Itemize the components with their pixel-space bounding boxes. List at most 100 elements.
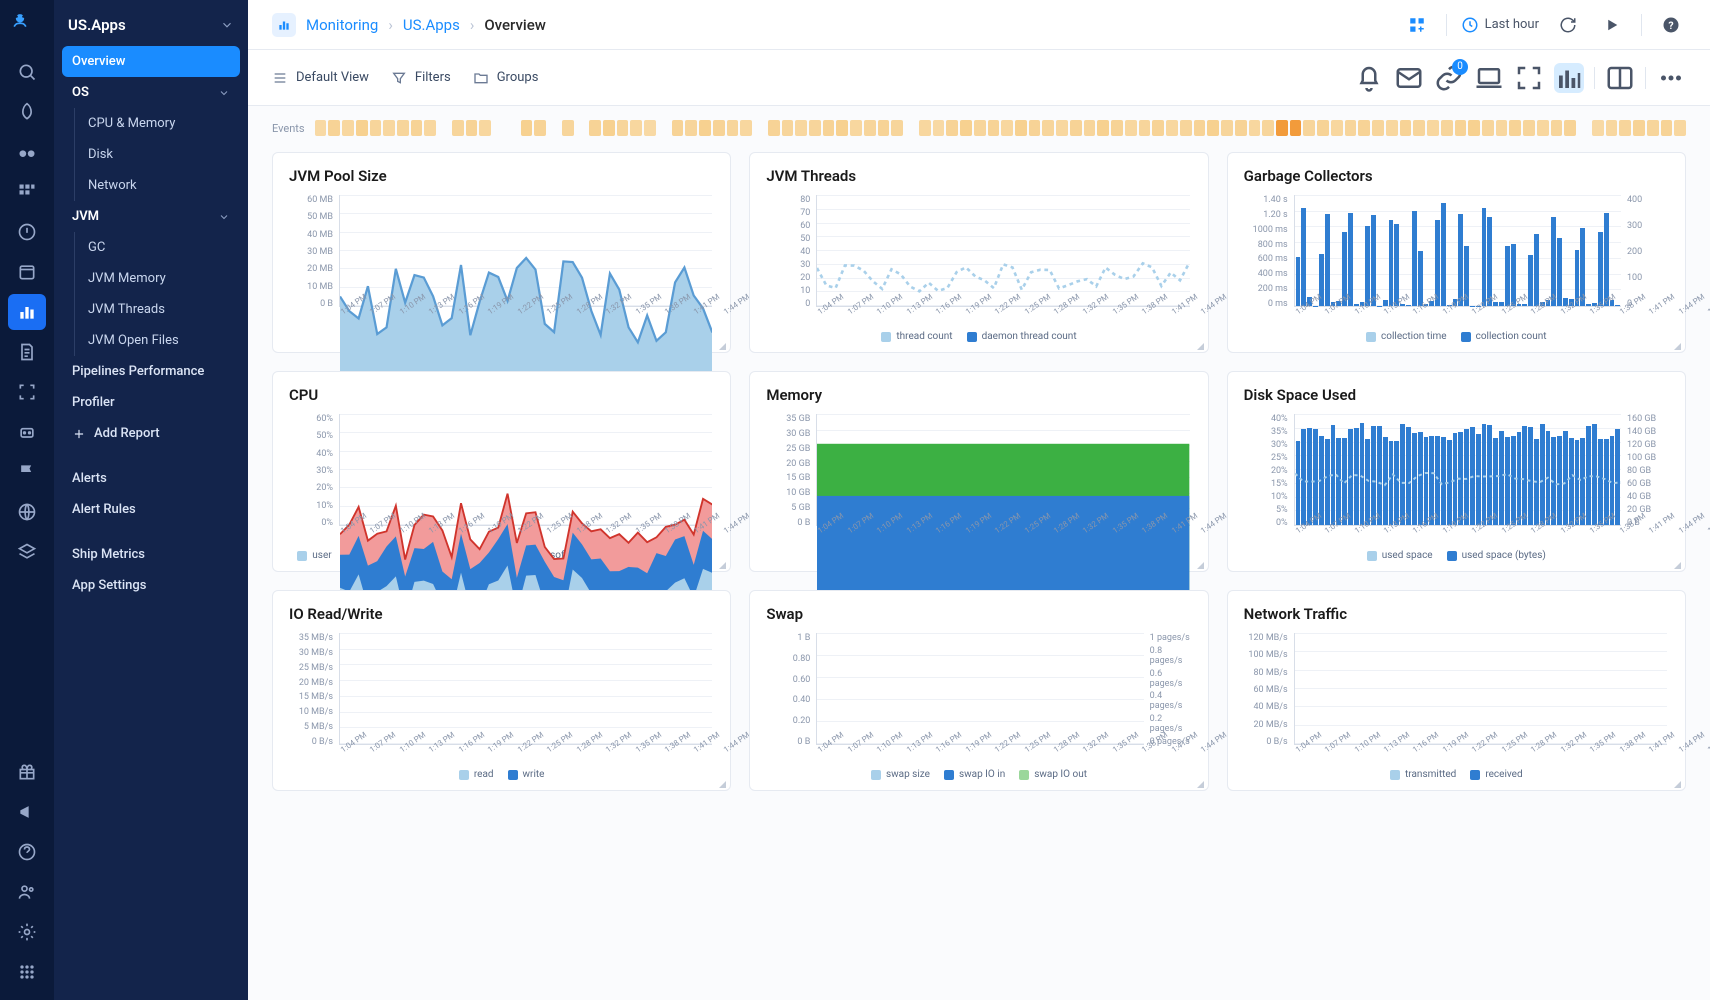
sidebar-item-pipelines[interactable]: Pipelines Performance xyxy=(62,356,240,387)
rocket-icon[interactable] xyxy=(8,94,46,130)
resize-handle[interactable] xyxy=(1674,781,1681,788)
sidebar-item-app-settings[interactable]: App Settings xyxy=(62,570,240,601)
globe-icon[interactable] xyxy=(8,494,46,530)
topbar: Monitoring › US.Apps › Overview Last hou… xyxy=(248,0,1710,50)
sidebar-item-add-report[interactable]: Add Report xyxy=(62,418,240,449)
panel-net[interactable]: Network Traffic120 MB/s100 MB/s80 MB/s60… xyxy=(1227,590,1686,791)
sidebar-item-cpu-memory[interactable]: CPU & Memory xyxy=(78,108,240,139)
play-icon[interactable] xyxy=(1597,10,1627,40)
sidebar-item-alerts[interactable]: Alerts xyxy=(62,463,240,494)
plus-icon xyxy=(72,427,86,441)
robot-icon[interactable] xyxy=(8,414,46,450)
panel-title: Network Traffic xyxy=(1244,605,1669,623)
bell-icon[interactable] xyxy=(1354,63,1384,93)
panel-title: IO Read/Write xyxy=(289,605,714,623)
sidebar-item-overview[interactable]: Overview xyxy=(62,46,240,77)
layers-icon[interactable] xyxy=(8,534,46,570)
panel-title: JVM Threads xyxy=(766,167,1191,185)
gift-icon[interactable] xyxy=(8,754,46,790)
main-content: Monitoring › US.Apps › Overview Last hou… xyxy=(248,0,1710,1000)
sidebar: US.Apps Overview OS CPU & Memory Disk Ne… xyxy=(54,0,248,1000)
panel-title: JVM Pool Size xyxy=(289,167,714,185)
sidebar-item-disk[interactable]: Disk xyxy=(78,139,240,170)
help-icon[interactable] xyxy=(8,834,46,870)
panel-title: Memory xyxy=(766,386,1191,404)
sidebar-nav: Overview OS CPU & Memory Disk Network JV… xyxy=(54,46,248,601)
resize-handle[interactable] xyxy=(1674,343,1681,350)
sidebar-group-jvm[interactable]: JVM xyxy=(62,201,240,232)
resize-handle[interactable] xyxy=(1197,343,1204,350)
panel-title: CPU xyxy=(289,386,714,404)
panel-gc[interactable]: Garbage Collectors1.40 s1.20 s1000 ms800… xyxy=(1227,152,1686,353)
chart-bar-icon[interactable] xyxy=(8,294,46,330)
resize-handle[interactable] xyxy=(719,781,726,788)
laptop-icon[interactable] xyxy=(1474,63,1504,93)
chevron-down-icon xyxy=(218,87,230,99)
refresh-icon[interactable] xyxy=(1553,10,1583,40)
panel-memory[interactable]: Memory35 GB30 GB25 GB20 GB15 GB10 GB5 GB… xyxy=(749,371,1208,572)
resize-handle[interactable] xyxy=(719,343,726,350)
gear-icon[interactable] xyxy=(8,914,46,950)
panel-cpu[interactable]: CPU60%50%40%30%20%10%0% 1:04 PM1:07 PM1:… xyxy=(272,371,731,572)
sidebar-item-ship-metrics[interactable]: Ship Metrics xyxy=(62,539,240,570)
clock-icon xyxy=(1461,16,1479,34)
document-icon[interactable] xyxy=(8,334,46,370)
sidebar-item-jvm-memory[interactable]: JVM Memory xyxy=(78,263,240,294)
app-grid-icon[interactable] xyxy=(8,954,46,990)
panel-title: Swap xyxy=(766,605,1191,623)
megaphone-icon[interactable] xyxy=(8,794,46,830)
sidebar-item-jvm-threads[interactable]: JVM Threads xyxy=(78,294,240,325)
breadcrumb-mid[interactable]: US.Apps xyxy=(403,16,460,34)
grid-apps-icon[interactable] xyxy=(8,174,46,210)
chevron-down-icon xyxy=(218,211,230,223)
fullscreen-icon[interactable] xyxy=(1514,63,1544,93)
panel-title: Disk Space Used xyxy=(1244,386,1669,404)
more-icon[interactable] xyxy=(1656,63,1686,93)
panel-jvm-threads[interactable]: JVM Threads807060504030201001:04 PM1:07 … xyxy=(749,152,1208,353)
chart-icon xyxy=(272,13,296,37)
resize-handle[interactable] xyxy=(1674,562,1681,569)
app-selector[interactable]: US.Apps xyxy=(54,8,248,46)
resize-handle[interactable] xyxy=(1197,781,1204,788)
sidebar-group-os[interactable]: OS xyxy=(62,77,240,108)
folder-icon xyxy=(473,70,489,86)
sidebar-item-gc[interactable]: GC xyxy=(78,232,240,263)
sidebar-item-alert-rules[interactable]: Alert Rules xyxy=(62,494,240,525)
search-icon[interactable] xyxy=(8,54,46,90)
svg-text:?: ? xyxy=(1668,18,1673,31)
alert-circle-icon[interactable] xyxy=(8,214,46,250)
help-icon[interactable]: ? xyxy=(1656,10,1686,40)
flag-icon[interactable] xyxy=(8,454,46,490)
sidebar-item-jvm-open-files[interactable]: JVM Open Files xyxy=(78,325,240,356)
sidebar-item-profiler[interactable]: Profiler xyxy=(62,387,240,418)
dashboard-add-icon[interactable] xyxy=(1402,10,1432,40)
users-icon[interactable] xyxy=(8,874,46,910)
panel-disk[interactable]: Disk Space Used40%35%30%25%20%15%10%5%0%… xyxy=(1227,371,1686,572)
sidebar-item-network[interactable]: Network xyxy=(78,170,240,201)
link-badge: 0 xyxy=(1452,59,1468,75)
topbar-actions: Last hour ? xyxy=(1402,10,1686,40)
resize-handle[interactable] xyxy=(719,562,726,569)
mail-icon[interactable] xyxy=(1394,63,1424,93)
resize-handle[interactable] xyxy=(1197,562,1204,569)
split-panel-icon[interactable] xyxy=(1605,63,1635,93)
panel-io[interactable]: IO Read/Write35 MB/s30 MB/s25 MB/s20 MB/… xyxy=(272,590,731,791)
calendar-icon[interactable] xyxy=(8,254,46,290)
panel-title: Garbage Collectors xyxy=(1244,167,1669,185)
binoculars-icon[interactable] xyxy=(8,134,46,170)
chevron-down-icon xyxy=(220,18,234,32)
breadcrumb-root[interactable]: Monitoring xyxy=(306,16,378,34)
scan-icon[interactable] xyxy=(8,374,46,410)
viewbar-actions: 0 xyxy=(1354,63,1686,93)
chart-mode-icon[interactable] xyxy=(1554,63,1584,93)
panel-jvm-pool[interactable]: JVM Pool Size60 MB50 MB40 MB30 MB20 MB10… xyxy=(272,152,731,353)
list-icon xyxy=(272,70,288,86)
view-default[interactable]: Default View xyxy=(272,70,369,86)
view-filters[interactable]: Filters xyxy=(391,70,451,86)
panel-swap[interactable]: Swap1 B0.800.600.400.200 B1 pages/s0.8 p… xyxy=(749,590,1208,791)
events-strip[interactable] xyxy=(315,120,1686,136)
view-groups[interactable]: Groups xyxy=(473,70,539,86)
timerange-picker[interactable]: Last hour xyxy=(1461,16,1539,34)
breadcrumb-current: Overview xyxy=(484,16,546,34)
link-icon[interactable]: 0 xyxy=(1434,63,1464,93)
